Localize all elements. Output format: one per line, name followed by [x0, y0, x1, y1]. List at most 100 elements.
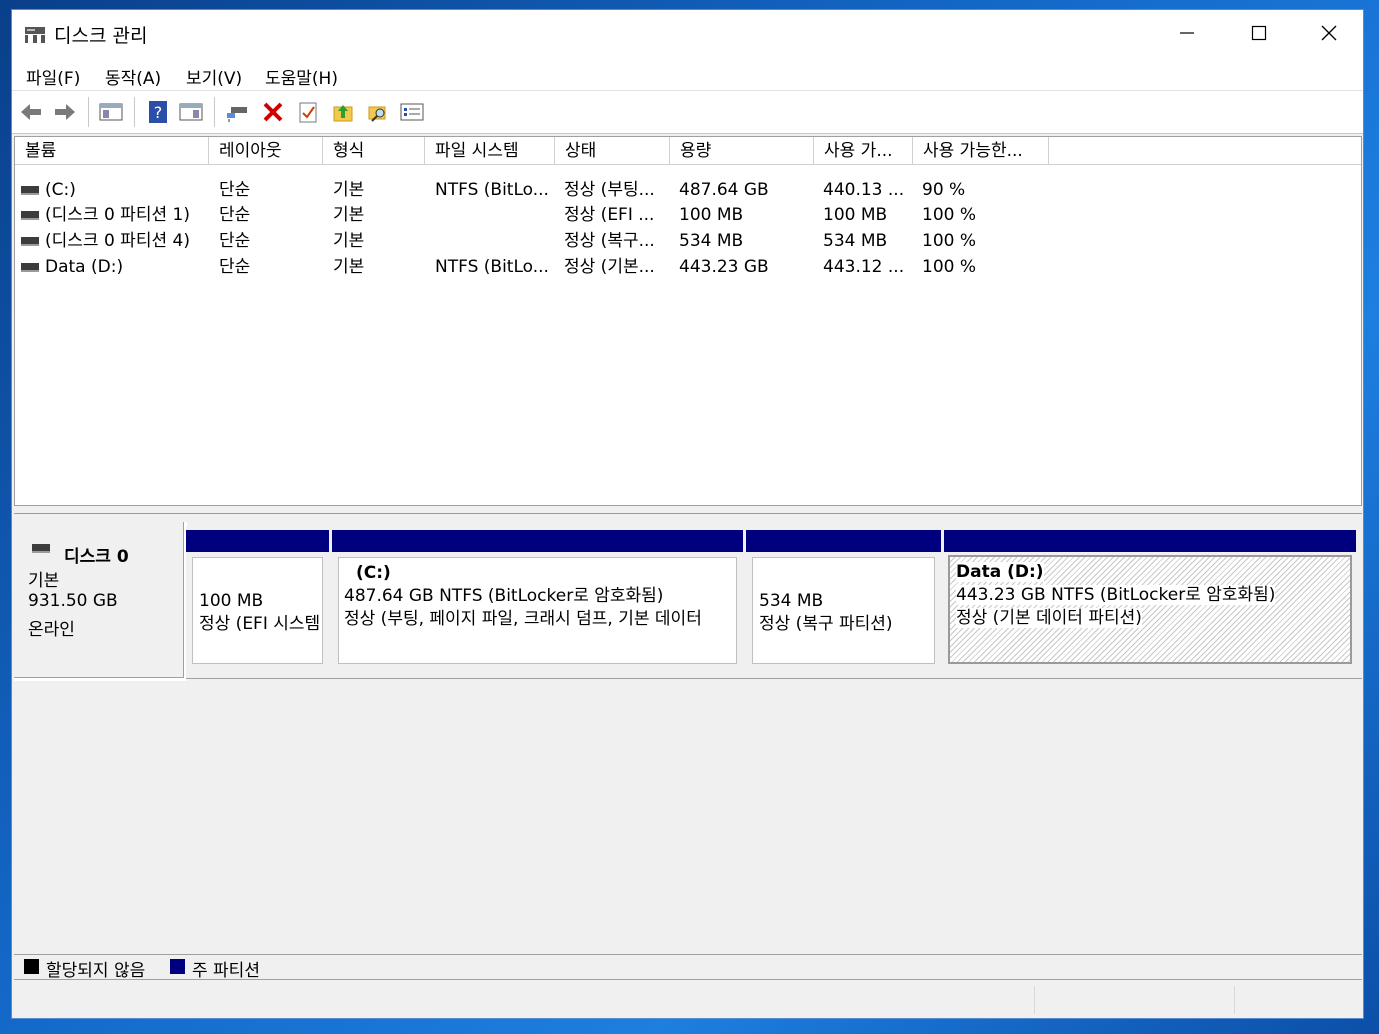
- partition-recovery[interactable]: 534 MB 정상 (복구 파티션): [746, 530, 941, 668]
- find-button[interactable]: [365, 99, 391, 125]
- legend: 할당되지 않음 주 파티션: [14, 954, 1362, 981]
- console-tree-icon: [99, 103, 123, 121]
- settings-list-icon: [400, 103, 424, 121]
- partition-bar: 100 MB 정상 (EFI 시스템 (C:) 487.64 GB NTFS (…: [186, 526, 1362, 679]
- column-header-capacity[interactable]: 용량: [670, 137, 814, 165]
- volume-capacity: 487.64 GB: [679, 180, 769, 200]
- volume-row[interactable]: Data (D:) 단순 기본 NTFS (BitLo... 정상 (기본...…: [15, 255, 1361, 280]
- volume-row[interactable]: (디스크 0 파티션 4) 단순 기본 정상 (복구... 534 MB 534…: [15, 229, 1361, 254]
- menu-bar: 파일(F) 동작(A) 보기(V) 도움말(H): [12, 56, 1363, 90]
- maximize-button[interactable]: [1224, 10, 1294, 56]
- volume-name: Data (D:): [45, 257, 124, 277]
- volume-percent-free: 100 %: [922, 257, 977, 277]
- connect-virtual-disk-button[interactable]: [224, 99, 250, 125]
- menu-action[interactable]: 동작(A): [105, 64, 161, 89]
- properties-icon: [299, 102, 317, 123]
- volume-layout: 단순: [219, 257, 251, 277]
- partition-status: 정상 (복구 파티션): [759, 614, 893, 634]
- column-header-free-space[interactable]: 사용 가...: [814, 137, 913, 165]
- legend-swatch-primary: [170, 959, 185, 974]
- forward-arrow-icon: [55, 104, 75, 120]
- partition-header: [186, 530, 329, 552]
- partition-c[interactable]: (C:) 487.64 GB NTFS (BitLocker로 암호화됨) 정상…: [332, 530, 743, 668]
- volume-layout: 단순: [219, 205, 251, 225]
- column-header-status[interactable]: 상태: [555, 137, 670, 165]
- close-button[interactable]: [1294, 10, 1364, 56]
- disk-state: 온라인: [28, 620, 75, 640]
- menu-view[interactable]: 보기(V): [186, 64, 242, 89]
- volume-file-system: NTFS (BitLo...: [435, 180, 549, 200]
- partition-size: 534 MB: [759, 591, 824, 611]
- column-header-file-system[interactable]: 파일 시스템: [425, 137, 555, 165]
- title-bar: 디스크 관리: [12, 10, 1363, 56]
- volume-capacity: 100 MB: [679, 205, 744, 225]
- column-header-percent-free[interactable]: 사용 가능한...: [913, 137, 1049, 165]
- action-pane-icon: [179, 103, 203, 121]
- partition-d-selected[interactable]: Data (D:) 443.23 GB NTFS (BitLocker로 암호화…: [944, 530, 1356, 668]
- disk-graphical-view: 디스크 0 기본 931.50 GB 온라인 100 MB 정상 (EFI 시스…: [14, 516, 1362, 956]
- partition-body: 100 MB 정상 (EFI 시스템: [192, 557, 323, 664]
- status-divider: [1234, 986, 1235, 1014]
- settings-list-button[interactable]: [399, 99, 425, 125]
- volume-layout: 단순: [219, 180, 251, 200]
- volume-status: 정상 (복구...: [564, 231, 655, 251]
- disk-label[interactable]: 디스크 0 기본 931.50 GB 온라인: [14, 522, 187, 681]
- volume-status: 정상 (기본...: [564, 257, 655, 277]
- partition-header: [332, 530, 743, 552]
- volume-free-space: 100 MB: [823, 205, 888, 225]
- volume-row[interactable]: (C:) 단순 기본 NTFS (BitLo... 정상 (부팅... 487.…: [15, 178, 1361, 203]
- column-header-volume[interactable]: 볼륨: [15, 137, 209, 165]
- toolbar-separator: [134, 97, 135, 127]
- minimize-button[interactable]: [1152, 10, 1222, 56]
- volume-name: (C:): [45, 180, 76, 200]
- partition-body: 534 MB 정상 (복구 파티션): [752, 557, 935, 664]
- volume-status: 정상 (부팅...: [564, 180, 655, 200]
- help-icon: ?: [149, 101, 167, 123]
- back-arrow-icon: [21, 104, 41, 120]
- volume-free-space: 440.13 ...: [823, 180, 905, 200]
- disk-icon: [32, 544, 50, 553]
- drive-icon: [21, 211, 39, 220]
- volume-free-space: 534 MB: [823, 231, 888, 251]
- partition-size: 487.64 GB NTFS (BitLocker로 암호화됨): [344, 586, 664, 606]
- volume-capacity: 534 MB: [679, 231, 744, 251]
- partition-header: [944, 530, 1356, 552]
- forward-button[interactable]: [52, 99, 78, 125]
- pane-splitter[interactable]: [14, 506, 1362, 514]
- column-header-layout[interactable]: 레이아웃: [209, 137, 323, 165]
- column-header-type[interactable]: 형식: [323, 137, 425, 165]
- volume-name: (디스크 0 파티션 1): [45, 205, 190, 225]
- volume-percent-free: 100 %: [922, 231, 977, 251]
- column-header-filler: [1049, 137, 1361, 165]
- minimize-icon: [1180, 32, 1194, 34]
- volume-type: 기본: [333, 205, 365, 225]
- search-folder-icon: [368, 106, 386, 122]
- partition-body: Data (D:) 443.23 GB NTFS (BitLocker로 암호화…: [948, 555, 1352, 664]
- partition-body: (C:) 487.64 GB NTFS (BitLocker로 암호화됨) 정상…: [338, 557, 737, 664]
- volume-row[interactable]: (디스크 0 파티션 1) 단순 기본 정상 (EFI ... 100 MB 1…: [15, 203, 1361, 228]
- back-button[interactable]: [18, 99, 44, 125]
- up-one-level-button[interactable]: [330, 99, 356, 125]
- partition-status: 정상 (EFI 시스템: [199, 614, 321, 634]
- menu-help[interactable]: 도움말(H): [265, 64, 338, 89]
- volume-layout: 단순: [219, 231, 251, 251]
- toolbar: ?: [12, 90, 1363, 134]
- drive-icon: [21, 186, 39, 195]
- menu-file[interactable]: 파일(F): [26, 64, 80, 89]
- delete-button[interactable]: [260, 99, 286, 125]
- properties-button[interactable]: [295, 99, 321, 125]
- status-bar: [12, 982, 1363, 1018]
- show-hide-action-pane-button[interactable]: [178, 99, 204, 125]
- volume-type: 기본: [333, 231, 365, 251]
- volume-file-system: NTFS (BitLo...: [435, 257, 549, 277]
- volume-status: 정상 (EFI ...: [564, 205, 655, 225]
- toolbar-separator: [88, 97, 89, 127]
- disk-management-icon: [25, 27, 45, 43]
- volume-type: 기본: [333, 180, 365, 200]
- partition-status: 정상 (기본 데이터 파티션): [956, 608, 1142, 628]
- help-button[interactable]: ?: [145, 99, 171, 125]
- partition-efi[interactable]: 100 MB 정상 (EFI 시스템: [186, 530, 329, 668]
- disk-type: 기본: [28, 571, 60, 591]
- show-hide-console-tree-button[interactable]: [98, 99, 124, 125]
- svg-text:?: ?: [154, 103, 163, 122]
